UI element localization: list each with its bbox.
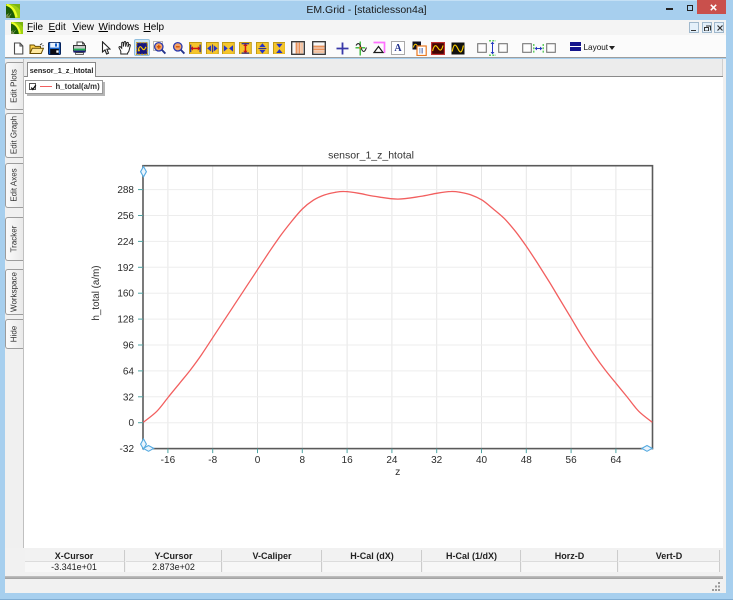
svg-text:16: 16 [342, 455, 354, 466]
svg-text:-32: -32 [120, 444, 135, 455]
svg-text:96: 96 [123, 341, 135, 352]
svg-text:40: 40 [476, 455, 488, 466]
svg-text:56: 56 [566, 455, 578, 466]
svg-text:32: 32 [123, 392, 135, 403]
svg-text:192: 192 [117, 263, 134, 274]
svg-text:64: 64 [123, 366, 135, 377]
svg-text:48: 48 [521, 455, 533, 466]
svg-text:-8: -8 [208, 455, 217, 466]
svg-text:128: 128 [117, 315, 134, 326]
svg-text:z: z [395, 466, 400, 478]
svg-text:0: 0 [255, 455, 261, 466]
svg-text:sensor_1_z_htotal: sensor_1_z_htotal [328, 150, 414, 162]
svg-text:288: 288 [117, 185, 134, 196]
svg-text:24: 24 [386, 455, 398, 466]
svg-text:224: 224 [117, 237, 134, 248]
svg-text:h_total (a/m): h_total (a/m) [91, 266, 102, 321]
svg-text:32: 32 [431, 455, 443, 466]
svg-text:-16: -16 [161, 455, 176, 466]
svg-text:64: 64 [610, 455, 622, 466]
svg-text:160: 160 [117, 289, 134, 300]
svg-text:8: 8 [300, 455, 306, 466]
svg-text:0: 0 [128, 418, 134, 429]
svg-text:256: 256 [117, 211, 134, 222]
